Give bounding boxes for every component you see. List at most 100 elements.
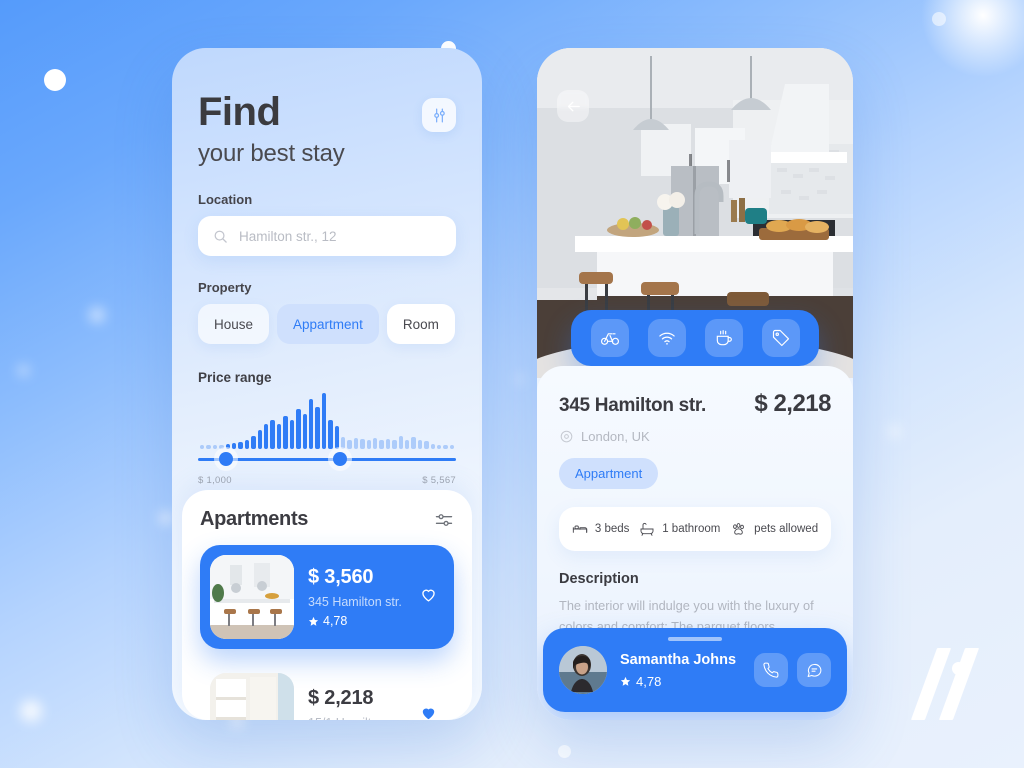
location-label: Location [198,192,253,207]
chat-icon[interactable] [797,653,831,687]
detail-body: 345 Hamilton str. $ 2,218 London, UK App… [537,366,853,720]
bed-icon [572,525,588,533]
arrow-left-icon[interactable] [557,90,589,122]
app-mockup-canvas: Find your best stay Location Hamilton st… [0,0,1024,768]
list-item[interactable]: $ 3,560 345 Hamilton str. 4,78 [200,545,454,649]
search-header: Find your best stay [198,48,456,168]
fact-bathroom-label: 1 bathroom [662,523,721,535]
hero-section [537,48,853,378]
apartment-rating-value: 4,78 [323,614,348,628]
detail-screen-phone: 345 Hamilton str. $ 2,218 London, UK App… [537,48,853,720]
price-range-slider[interactable] [198,452,456,468]
brand-logo [910,648,988,720]
slider-knob-min[interactable] [219,452,234,466]
fact-beds: 3 beds [572,521,630,537]
slider-track [198,458,456,461]
agent-rating-value: 4,78 [636,673,662,689]
agent-rating: 4,78 [620,674,736,689]
drag-handle[interactable] [668,637,722,641]
histogram-bar [347,440,352,449]
description-title: Description [559,571,639,587]
histogram-bar [212,445,218,449]
apartment-price: $ 3,560 [308,566,374,588]
histogram-bar [411,437,416,449]
property-chip-house[interactable]: House [198,304,270,344]
apartment-address: 345 Hamilton str. [308,595,402,609]
histogram-bar [398,436,403,449]
decor-dot [20,700,42,722]
search-input-placeholder: Hamilton str., 12 [239,228,337,244]
histogram-bar [206,445,211,449]
avatar [559,646,607,694]
list-item[interactable]: $ 2,218 15/1 Hamilton str. [200,663,454,720]
fact-beds-label: 3 beds [594,523,630,535]
apartments-title: Apartments [200,508,309,530]
histogram-bar [417,440,423,449]
price-histogram [198,391,456,449]
phone-icon[interactable] [754,653,788,687]
histogram-bar [424,441,429,449]
decor-dot [516,375,524,383]
agent-info: Samantha Johns 4,78 [620,652,736,689]
price-range-values: $ 1,000 $ 5,567 [198,475,456,486]
apartment-address: 15/1 Hamilton str. [308,716,405,721]
price-min-label: $ 1,000 [198,475,232,486]
histogram-bar [430,444,436,449]
fact-pets: pets allowed [730,521,818,538]
histogram-bar [315,407,320,449]
property-type-badge: Appartment [559,458,659,489]
coffee-cup-icon[interactable] [704,319,743,357]
property-chip-group: House Appartment Room [198,304,456,344]
sliders-horizontal-icon[interactable] [434,510,454,530]
facts-bar: 3 beds 1 bathroom pets allowed [559,507,831,551]
property-chip-room[interactable]: Room [386,304,455,344]
page-title: Find [198,90,281,134]
decor-dot [89,307,105,323]
detail-address: 345 Hamilton str. [559,395,706,416]
histogram-bar [238,442,243,449]
fact-bathroom: 1 bathroom [639,521,720,537]
histogram-bar [270,420,275,449]
property-chip-appartment[interactable]: Appartment [277,304,379,344]
histogram-bar [334,425,339,449]
price-max-label: $ 5,567 [422,475,456,486]
slider-knob-max[interactable] [332,452,347,466]
heart-filled-icon[interactable] [419,703,438,720]
fact-pets-label: pets allowed [754,523,819,535]
price-tag-icon[interactable] [761,319,800,357]
apartments-sheet: Apartments $ 3,560 345 Hamilton str. 4,7… [182,490,472,720]
star-icon [620,676,631,686]
apartments-header: Apartments [200,508,454,531]
histogram-bar [257,429,263,449]
histogram-bar [392,440,397,449]
apartment-rating: 4,78 [308,614,405,628]
bicycle-icon[interactable] [590,319,629,357]
search-screen-phone: Find your best stay Location Hamilton st… [172,48,482,720]
amenities-bar [571,310,819,366]
price-range-label: Price range [198,370,272,385]
star-icon [308,616,319,626]
histogram-bar [321,393,327,449]
search-input[interactable]: Hamilton str., 12 [198,216,456,256]
apartment-thumbnail [210,673,294,720]
heart-outline-icon[interactable] [419,585,438,609]
wifi-icon[interactable] [647,319,686,357]
decor-dot [160,512,172,524]
apartment-thumbnail [210,555,294,639]
histogram-bar [340,437,346,449]
agent-card[interactable]: Samantha Johns 4,78 [543,628,847,712]
agent-actions [754,653,831,687]
histogram-bar [200,445,205,449]
histogram-bar [232,443,237,449]
apartment-info: $ 3,560 345 Hamilton str. 4,78 [308,566,405,628]
histogram-bar [405,440,410,449]
sliders-vertical-icon[interactable] [422,98,456,132]
decor-dot [18,365,29,376]
detail-title-row: 345 Hamilton str. $ 2,218 [559,390,831,418]
paw-icon [733,522,745,535]
histogram-bar [251,436,256,449]
histogram-bar [296,409,301,449]
histogram-bar [328,420,333,449]
apartment-info: $ 2,218 15/1 Hamilton str. [308,687,405,721]
search-icon [214,230,227,243]
